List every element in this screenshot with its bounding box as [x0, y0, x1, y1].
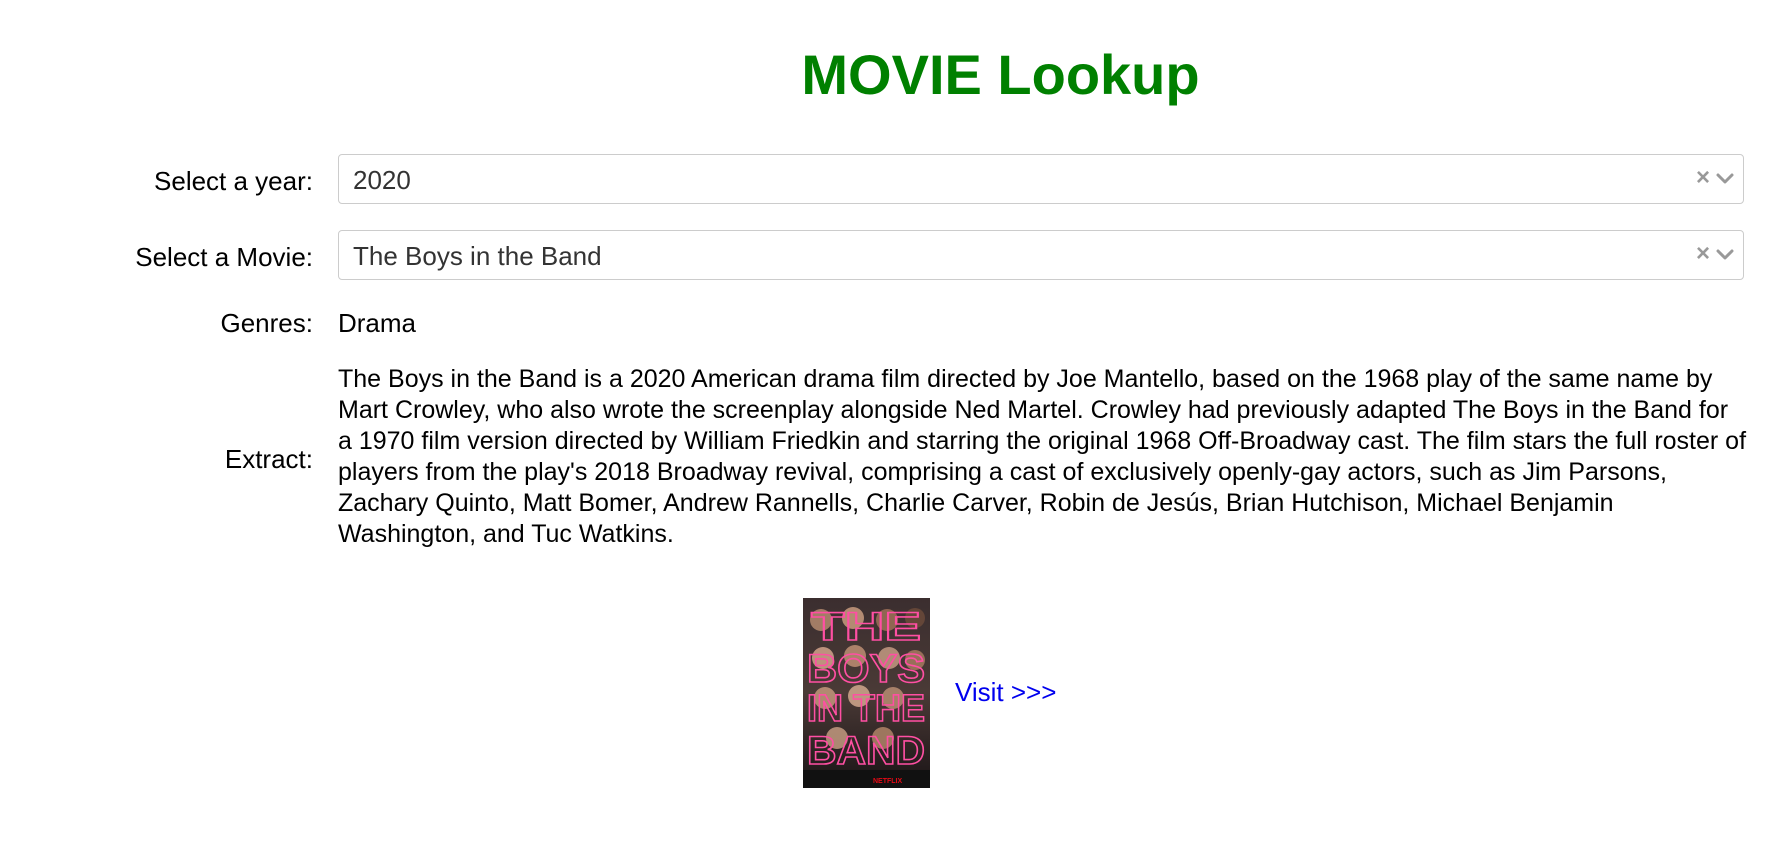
poster-brand: NETFLIX — [873, 778, 902, 785]
page-title-text: MOVIE Lookup — [801, 43, 1200, 106]
year-select-value: 2020 — [353, 165, 411, 195]
visit-link[interactable]: Visit >>> — [955, 677, 1056, 708]
movie-poster: THE BOYS IN THE BAND NETFLIX — [803, 598, 930, 788]
chevron-down-icon[interactable] — [1715, 169, 1735, 189]
movie-select[interactable]: The Boys in the Band × — [338, 230, 1744, 280]
year-label: Select a year: — [154, 166, 313, 196]
extract-text: The Boys in the Band is a 2020 American … — [338, 365, 1747, 548]
poster-title-line-4: BAND — [807, 729, 925, 773]
year-select[interactable]: 2020 × — [338, 154, 1744, 204]
clear-icon[interactable]: × — [1693, 164, 1713, 192]
chevron-down-icon[interactable] — [1715, 245, 1735, 265]
page-title: MOVIE Lookup — [0, 42, 1781, 107]
movie-select-value: The Boys in the Band — [353, 241, 602, 271]
poster-title-line-1: THE — [811, 605, 921, 649]
clear-icon[interactable]: × — [1693, 240, 1713, 268]
movie-label: Select a Movie: — [135, 242, 313, 272]
poster-title-line-2: BOYS — [807, 647, 925, 691]
genres-label: Genres: — [220, 308, 314, 338]
genres-value: Drama — [338, 308, 417, 338]
extract-label: Extract: — [224, 444, 313, 474]
poster-title-line-3: IN THE — [807, 688, 925, 730]
